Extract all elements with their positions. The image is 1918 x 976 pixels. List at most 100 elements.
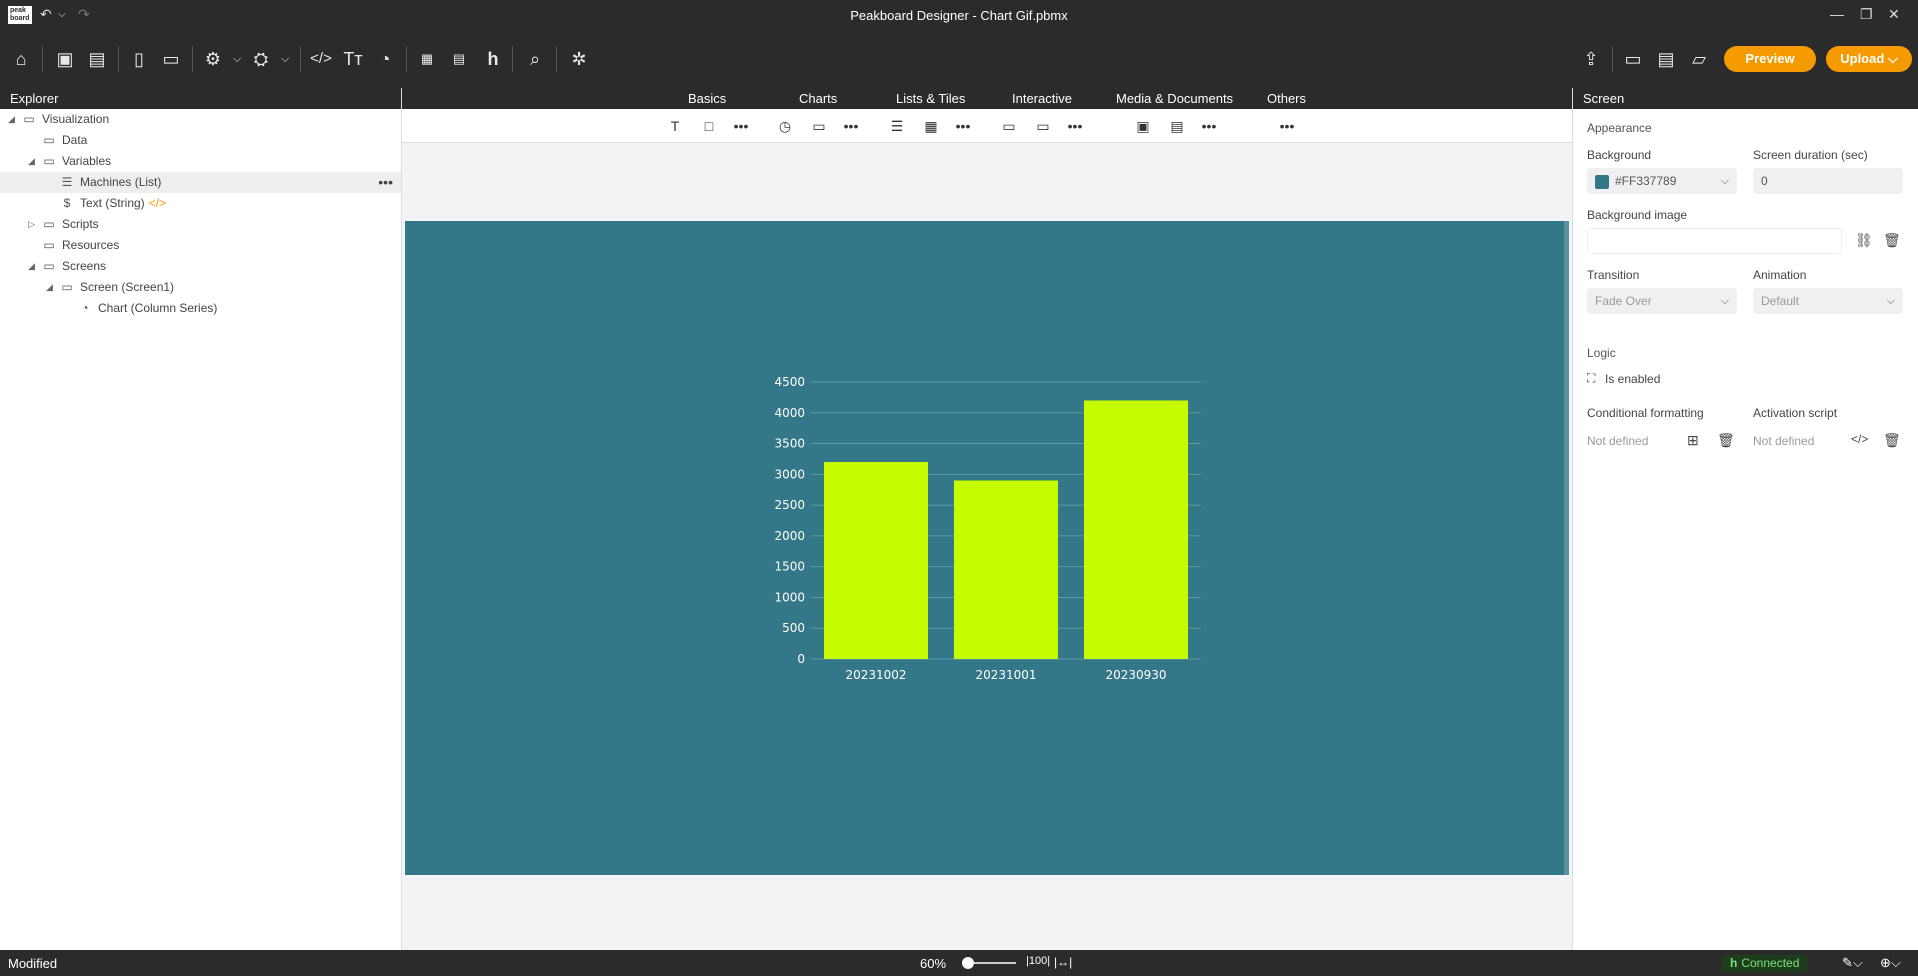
deploy-dropdown-icon[interactable]: ⌵ bbox=[274, 48, 296, 70]
folder-icon: ▭ bbox=[43, 259, 55, 273]
edit-format-icon[interactable]: ⊞ bbox=[1687, 432, 1699, 449]
color-swatch bbox=[1595, 174, 1609, 189]
new-file-icon[interactable]: ▯ bbox=[128, 48, 150, 70]
bar-control-icon[interactable]: ▭ bbox=[808, 116, 830, 136]
folder-icon[interactable]: ▭ bbox=[1622, 48, 1644, 70]
screen-canvas[interactable]: 0 500 1000 1500 2000 2500 3000 3500 4000 4500 2023… bbox=[405, 221, 1569, 875]
cond-format-value: Not defined bbox=[1587, 434, 1649, 448]
zoom-slider[interactable] bbox=[962, 957, 1016, 969]
more-media-icon[interactable]: ••• bbox=[1198, 116, 1220, 136]
script-icon[interactable]: </> bbox=[310, 48, 332, 70]
y-tick-label: 500 bbox=[782, 621, 805, 635]
table-control-icon[interactable]: ▦ bbox=[920, 116, 942, 136]
control-toolbar: T □ ••• ◷ ▭ ••• ☰ ▦ ••• ▭ ▭ ••• ▣ ▤ ••• … bbox=[402, 109, 1572, 143]
fit-width-icon[interactable]: |↔| bbox=[1054, 955, 1072, 969]
tab-others[interactable]: Others bbox=[1267, 88, 1306, 109]
more-charts-icon[interactable]: ••• bbox=[840, 116, 862, 136]
save-icon[interactable]: ▣ bbox=[54, 48, 76, 70]
y-tick-label: 1500 bbox=[774, 560, 805, 574]
tab-media-documents[interactable]: Media & Documents bbox=[1116, 88, 1233, 109]
palette-icon[interactable]: ◔ bbox=[374, 48, 396, 70]
tree-item-screens[interactable]: ◢ ▭ Screens bbox=[0, 256, 401, 277]
restore-button[interactable]: ❐ bbox=[1860, 6, 1873, 23]
list-control-icon[interactable]: ☰ bbox=[886, 116, 908, 136]
tree-item-chart[interactable]: ◔ Chart (Column Series) bbox=[0, 298, 401, 319]
settings-icon[interactable]: ⚙ bbox=[202, 48, 224, 70]
deploy-icon[interactable]: ⛭ bbox=[250, 48, 272, 70]
save-all-icon[interactable]: ▤ bbox=[86, 48, 108, 70]
fit-100-icon[interactable]: |100| bbox=[1026, 955, 1050, 967]
brush-icon[interactable]: ✎⌵ bbox=[1842, 955, 1863, 971]
more-lists-icon[interactable]: ••• bbox=[952, 116, 974, 136]
properties-title: Screen bbox=[1573, 88, 1918, 109]
text-icon[interactable]: Tт bbox=[342, 48, 364, 70]
tab-basics[interactable]: Basics bbox=[688, 88, 726, 109]
tree-item-visualization[interactable]: ◢ ▭ Visualization bbox=[0, 109, 401, 130]
tree-item-variables[interactable]: ◢ ▭ Variables bbox=[0, 151, 401, 172]
link-icon[interactable]: ⛓ bbox=[1855, 232, 1873, 249]
enabled-checkbox[interactable]: ⛶ bbox=[1587, 371, 1595, 386]
close-button[interactable]: ✕ bbox=[1888, 6, 1900, 23]
tree-item-scripts[interactable]: ▷ ▭ Scripts bbox=[0, 214, 401, 235]
document-control-icon[interactable]: ▤ bbox=[1166, 116, 1188, 136]
tree-item-text[interactable]: $ Text (String) </> bbox=[0, 193, 401, 214]
bg-image-input[interactable] bbox=[1587, 228, 1842, 254]
string-icon: $ bbox=[63, 196, 71, 210]
background-color-picker[interactable]: #FF337789 ⌵ bbox=[1587, 168, 1737, 194]
transition-label: Transition bbox=[1587, 268, 1640, 282]
list-icon: ☰ bbox=[61, 175, 73, 189]
folder-shared-icon[interactable]: ▤ bbox=[1655, 48, 1677, 70]
upload-button[interactable]: Upload ⌵ bbox=[1826, 46, 1912, 72]
tree-item-resources[interactable]: ▭ Resources bbox=[0, 235, 401, 256]
column-chart[interactable]: 0 500 1000 1500 2000 2500 3000 3500 4000 4500 2023… bbox=[405, 221, 1569, 875]
tab-charts[interactable]: Charts bbox=[799, 88, 837, 109]
trash-icon[interactable]: 🗑 bbox=[1717, 432, 1735, 449]
more-basics-icon[interactable]: ••• bbox=[730, 116, 752, 136]
home-icon[interactable]: ⌂ bbox=[10, 48, 32, 70]
tab-interactive[interactable]: Interactive bbox=[1012, 88, 1072, 109]
rectangle-control-icon[interactable]: □ bbox=[698, 116, 720, 136]
peakboard-box-icon[interactable]: ▦ bbox=[416, 48, 438, 70]
screen-icon: ▭ bbox=[61, 280, 73, 294]
edge-icon[interactable]: ▤ bbox=[448, 48, 470, 70]
tree-item-data[interactable]: ▭ Data bbox=[0, 130, 401, 151]
main-toolbar: ⌂ ▣ ▤ ▯ ▭ ⚙ ⌵ ⛭ ⌵ </> Tт ◔ ▦ ▤ h ⌕ ✲ ⇪ ▭… bbox=[0, 30, 1918, 88]
explorer-title: Explorer bbox=[0, 88, 401, 109]
gauge-control-icon[interactable]: ◷ bbox=[774, 116, 796, 136]
window-title: Peakboard Designer - Chart Gif.pbmx bbox=[850, 8, 1068, 23]
chart-icon: ◔ bbox=[81, 301, 89, 315]
bar-20230930 bbox=[1084, 400, 1188, 659]
animation-select[interactable]: Default ⌵ bbox=[1753, 288, 1903, 314]
tree-item-machines[interactable]: ☰ Machines (List) ••• bbox=[0, 172, 401, 193]
more-options-icon[interactable]: ••• bbox=[378, 172, 393, 193]
globe-icon[interactable]: ⊕⌵ bbox=[1880, 955, 1901, 971]
tab-lists-tiles[interactable]: Lists & Tiles bbox=[896, 88, 965, 109]
chevron-down-icon: ⌵ bbox=[1720, 295, 1729, 307]
x-tick-label: 20231002 bbox=[845, 668, 906, 682]
extensions-icon[interactable]: ✲ bbox=[568, 48, 590, 70]
image-control-icon[interactable]: ▣ bbox=[1132, 116, 1154, 136]
button-control-icon[interactable]: ▭ bbox=[998, 116, 1020, 136]
hub-icon: h bbox=[1730, 956, 1738, 970]
chevron-down-icon: ⌵ bbox=[1720, 175, 1729, 187]
hub-icon[interactable]: h bbox=[482, 48, 504, 70]
minimize-button[interactable]: — bbox=[1830, 6, 1844, 22]
script-icon[interactable]: </> bbox=[1851, 432, 1868, 446]
text-control-icon[interactable]: T bbox=[664, 116, 686, 136]
tree-item-screen1[interactable]: ◢ ▭ Screen (Screen1) bbox=[0, 277, 401, 298]
upload-icon[interactable]: ⇪ bbox=[1580, 48, 1602, 70]
duration-input[interactable]: 0 bbox=[1753, 168, 1903, 194]
input-control-icon[interactable]: ▭ bbox=[1032, 116, 1054, 136]
animation-label: Animation bbox=[1753, 268, 1807, 282]
more-interactive-icon[interactable]: ••• bbox=[1064, 116, 1086, 136]
bg-image-label: Background image bbox=[1587, 208, 1688, 222]
folder-open-icon[interactable]: ▱ bbox=[1688, 48, 1710, 70]
transition-select[interactable]: Fade Over ⌵ bbox=[1587, 288, 1737, 314]
open-folder-icon[interactable]: ▭ bbox=[160, 48, 182, 70]
search-icon[interactable]: ⌕ bbox=[524, 48, 546, 70]
settings-dropdown-icon[interactable]: ⌵ bbox=[226, 48, 248, 70]
preview-button[interactable]: Preview bbox=[1724, 46, 1816, 72]
trash-icon[interactable]: 🗑 bbox=[1883, 432, 1901, 449]
trash-icon[interactable]: 🗑 bbox=[1883, 232, 1901, 249]
more-others-icon[interactable]: ••• bbox=[1276, 116, 1298, 136]
